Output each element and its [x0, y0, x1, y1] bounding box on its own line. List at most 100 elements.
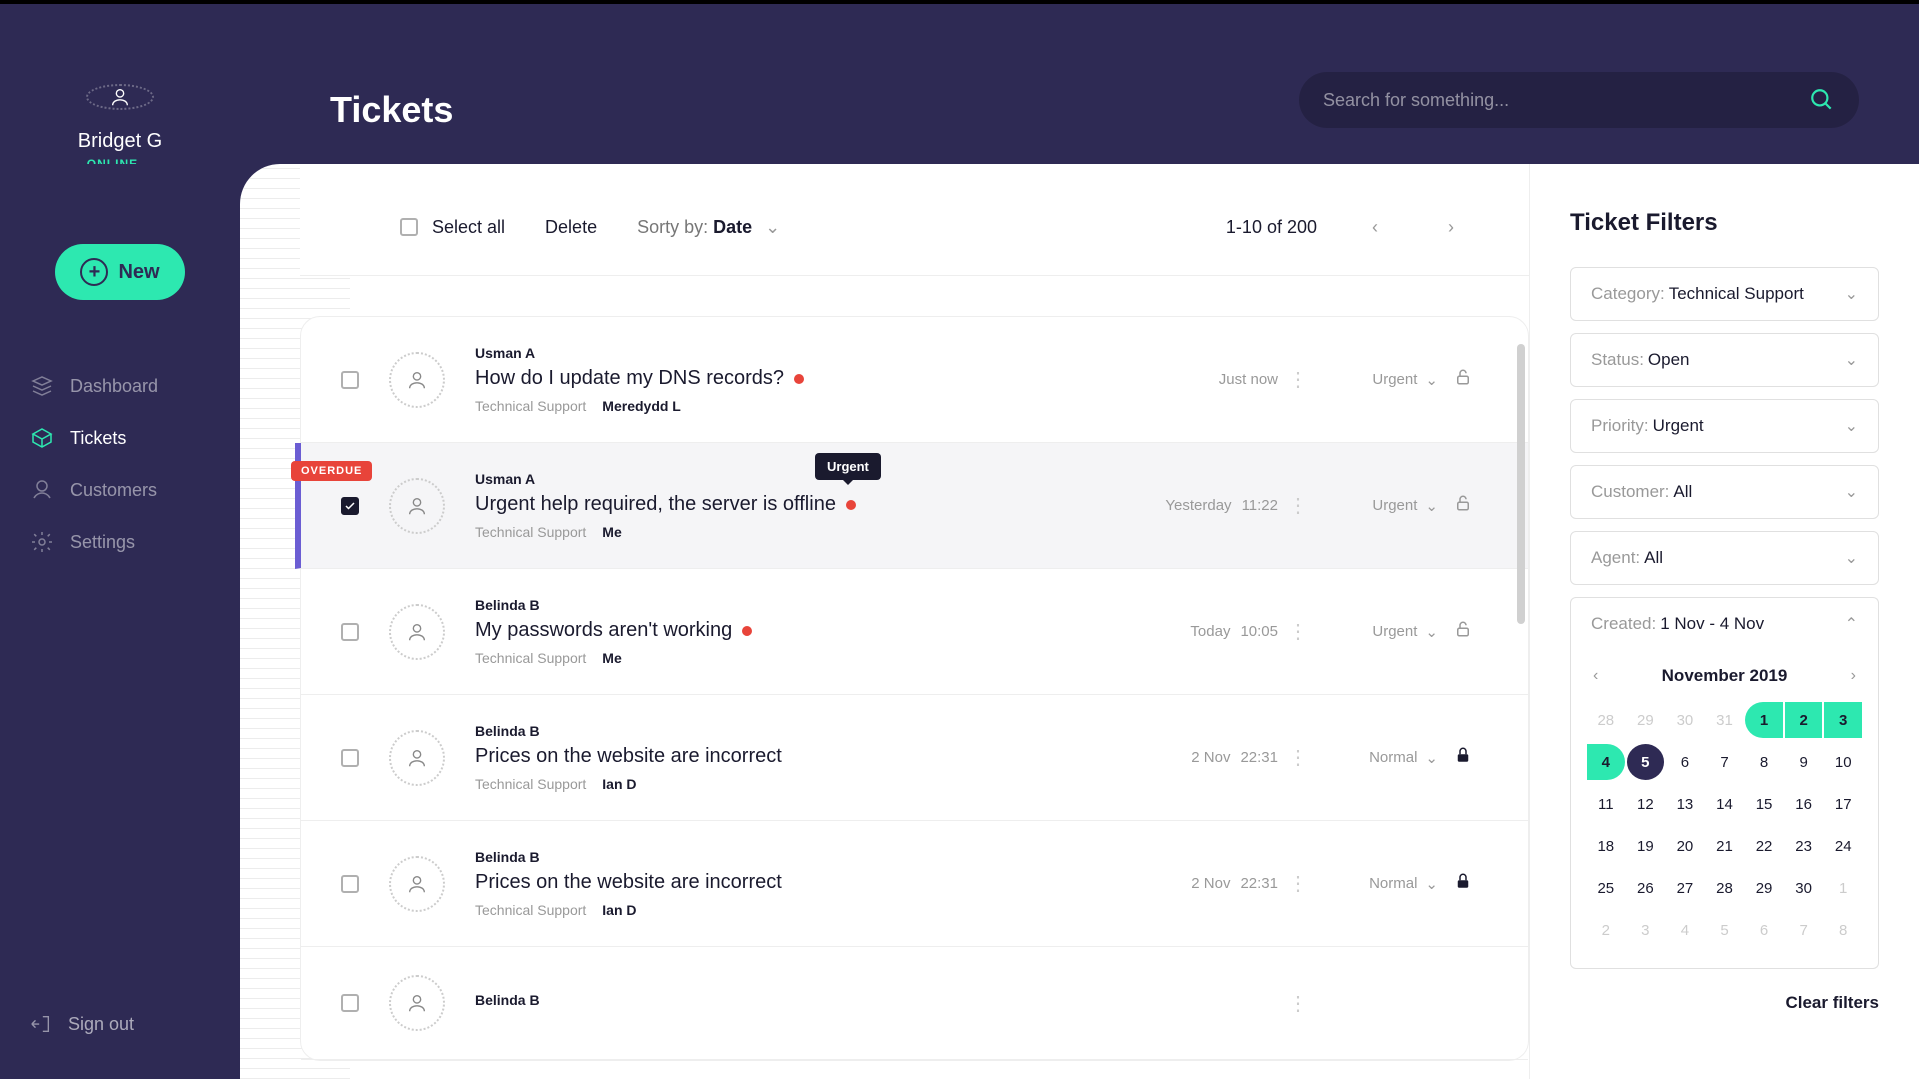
calendar-day[interactable]: 3 — [1627, 912, 1665, 948]
search-bar[interactable] — [1299, 72, 1859, 128]
search-input[interactable] — [1323, 90, 1809, 111]
tickets-icon — [30, 426, 54, 450]
calendar-day[interactable]: 8 — [1745, 744, 1783, 780]
calendar-day[interactable]: 7 — [1785, 912, 1823, 948]
calendar-day[interactable]: 18 — [1587, 828, 1625, 864]
calendar-day[interactable]: 2 — [1587, 912, 1625, 948]
calendar-day[interactable]: 11 — [1587, 786, 1625, 822]
calendar-day[interactable]: 6 — [1745, 912, 1783, 948]
row-menu-button[interactable]: ⋮ — [1278, 367, 1318, 392]
nav-tickets[interactable]: Tickets — [0, 412, 240, 464]
calendar-day[interactable]: 22 — [1745, 828, 1783, 864]
calendar-day[interactable]: 1 — [1824, 870, 1862, 906]
nav-customers[interactable]: Customers — [0, 464, 240, 516]
delete-button[interactable]: Delete — [545, 217, 597, 238]
row-checkbox[interactable] — [341, 623, 359, 641]
calendar-day[interactable]: 30 — [1785, 870, 1823, 906]
row-agent: Ian D — [602, 776, 636, 792]
row-menu-button[interactable]: ⋮ — [1278, 871, 1318, 896]
row-priority[interactable]: Urgent ⌄ — [1318, 623, 1438, 641]
calendar-day[interactable]: 12 — [1627, 786, 1665, 822]
scrollbar-thumb[interactable] — [1517, 344, 1525, 624]
calendar-day[interactable]: 24 — [1824, 828, 1862, 864]
calendar-day[interactable]: 23 — [1785, 828, 1823, 864]
filter-priority[interactable]: Priority: Urgent ⌄ — [1570, 399, 1879, 453]
row-checkbox[interactable] — [341, 994, 359, 1012]
calendar-day[interactable]: 27 — [1666, 870, 1704, 906]
pager-next[interactable]: › — [1433, 209, 1469, 245]
row-priority[interactable]: Urgent ⌄ — [1318, 497, 1438, 515]
sort-dropdown[interactable]: Sorty by: Date ⌄ — [637, 217, 780, 238]
calendar-day[interactable]: 21 — [1706, 828, 1744, 864]
pager-prev[interactable]: ‹ — [1357, 209, 1393, 245]
calendar-day[interactable]: 26 — [1627, 870, 1665, 906]
ticket-row[interactable]: Belinda BMy passwords aren't workingTech… — [301, 569, 1528, 695]
select-all-checkbox[interactable] — [400, 218, 418, 236]
new-button[interactable]: + New — [55, 244, 185, 300]
ticket-row[interactable]: Belinda BPrices on the website are incor… — [301, 821, 1528, 947]
calendar-day[interactable]: 4 — [1587, 744, 1625, 780]
ticket-row[interactable]: Belinda BPrices on the website are incor… — [301, 695, 1528, 821]
filter-value: All — [1673, 482, 1844, 502]
calendar-day[interactable]: 5 — [1627, 744, 1665, 780]
calendar-day[interactable]: 6 — [1666, 744, 1704, 780]
filter-agent[interactable]: Agent: All ⌄ — [1570, 531, 1879, 585]
calendar-day[interactable]: 10 — [1824, 744, 1862, 780]
row-checkbox[interactable] — [341, 371, 359, 389]
calendar-day[interactable]: 29 — [1627, 702, 1665, 738]
filter-category[interactable]: Category: Technical Support ⌄ — [1570, 267, 1879, 321]
calendar-day[interactable]: 28 — [1706, 870, 1744, 906]
calendar-day[interactable]: 17 — [1824, 786, 1862, 822]
calendar-day[interactable]: 7 — [1706, 744, 1744, 780]
calendar-day[interactable]: 3 — [1824, 702, 1862, 738]
calendar-day[interactable]: 28 — [1587, 702, 1625, 738]
search-icon[interactable] — [1809, 87, 1835, 113]
calendar-day[interactable]: 13 — [1666, 786, 1704, 822]
row-priority[interactable]: Urgent ⌄ — [1318, 371, 1438, 389]
select-all[interactable]: Select all — [400, 217, 505, 238]
calendar-day[interactable]: 14 — [1706, 786, 1744, 822]
calendar-day[interactable]: 9 — [1785, 744, 1823, 780]
row-priority[interactable]: Normal ⌄ — [1318, 875, 1438, 893]
ticket-row[interactable]: Belinda B⋮ — [301, 947, 1528, 1060]
signout-button[interactable]: Sign out — [0, 999, 240, 1049]
calendar-day[interactable]: 19 — [1627, 828, 1665, 864]
calendar-day[interactable]: 30 — [1666, 702, 1704, 738]
row-menu-button[interactable]: ⋮ — [1278, 619, 1318, 644]
calendar-next[interactable]: › — [1851, 667, 1856, 685]
row-priority[interactable]: Normal ⌄ — [1318, 749, 1438, 767]
calendar-day[interactable]: 25 — [1587, 870, 1625, 906]
lock-open-icon — [1454, 494, 1472, 512]
calendar-day[interactable]: 31 — [1706, 702, 1744, 738]
row-menu-button[interactable]: ⋮ — [1278, 991, 1318, 1016]
row-menu-button[interactable]: ⋮ — [1278, 745, 1318, 770]
chevron-down-icon: ⌄ — [1845, 482, 1858, 502]
filter-status[interactable]: Status: Open ⌄ — [1570, 333, 1879, 387]
filter-created[interactable]: Created: 1 Nov - 4 Nov ⌃ — [1570, 597, 1879, 650]
calendar-day[interactable]: 15 — [1745, 786, 1783, 822]
nav-settings[interactable]: Settings — [0, 516, 240, 568]
row-checkbox[interactable] — [341, 749, 359, 767]
chevron-down-icon: ⌄ — [1425, 749, 1438, 767]
calendar-day[interactable]: 5 — [1706, 912, 1744, 948]
calendar-day[interactable]: 16 — [1785, 786, 1823, 822]
ticket-row[interactable]: Usman AHow do I update my DNS records?Te… — [301, 317, 1528, 443]
filter-customer[interactable]: Customer: All ⌄ — [1570, 465, 1879, 519]
calendar-day[interactable]: 8 — [1824, 912, 1862, 948]
row-checkbox[interactable] — [341, 497, 359, 515]
calendar-day[interactable]: 20 — [1666, 828, 1704, 864]
calendar-day[interactable]: 2 — [1785, 702, 1823, 738]
user-avatar[interactable] — [86, 84, 154, 110]
nav-dashboard[interactable]: Dashboard — [0, 360, 240, 412]
row-avatar — [389, 352, 445, 408]
person-icon — [406, 621, 428, 643]
calendar-day[interactable]: 29 — [1745, 870, 1783, 906]
calendar-prev[interactable]: ‹ — [1593, 667, 1598, 685]
scrollbar[interactable] — [1517, 344, 1525, 1059]
clear-filters-button[interactable]: Clear filters — [1570, 993, 1879, 1013]
row-menu-button[interactable]: ⋮ — [1278, 493, 1318, 518]
calendar-day[interactable]: 4 — [1666, 912, 1704, 948]
calendar-day[interactable]: 1 — [1745, 702, 1783, 738]
ticket-row[interactable]: OVERDUEUsman AUrgent help required, the … — [295, 443, 1528, 569]
row-checkbox[interactable] — [341, 875, 359, 893]
